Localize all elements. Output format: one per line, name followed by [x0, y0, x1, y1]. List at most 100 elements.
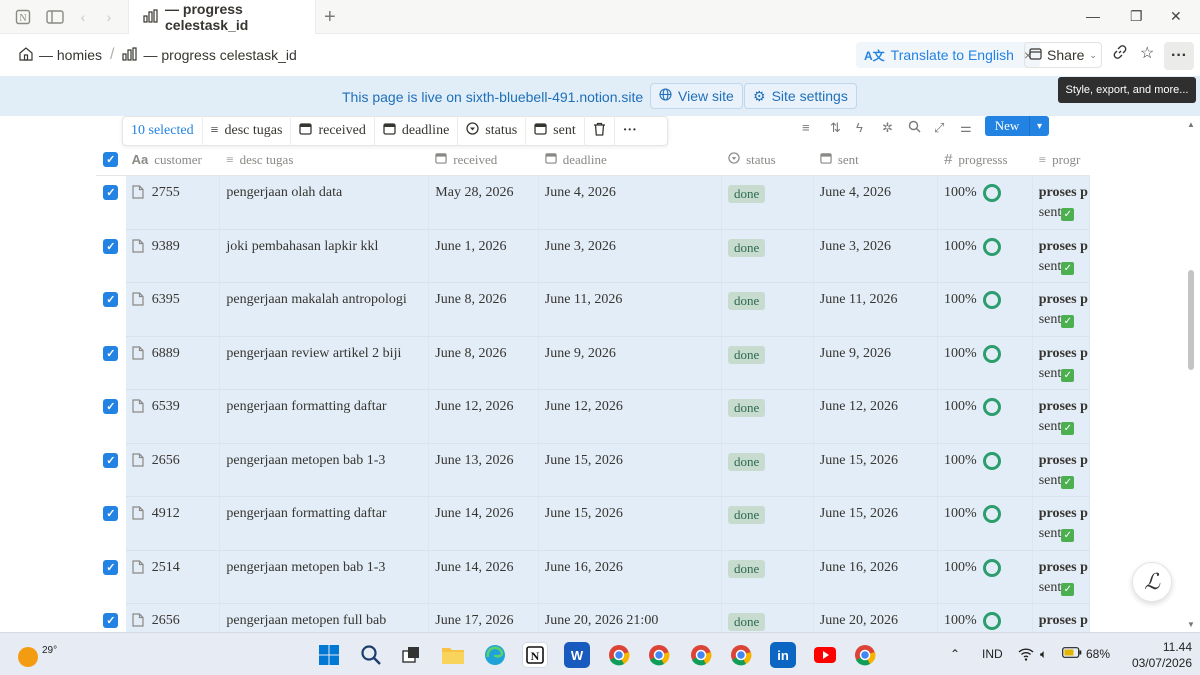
row-checkbox[interactable]: ✓	[103, 506, 119, 521]
sent-cell[interactable]: June 20, 2026	[813, 604, 939, 632]
view-settings-icon[interactable]: ⚌	[960, 120, 972, 136]
desc-cell[interactable]: pengerjaan metopen bab 1-3	[220, 550, 430, 604]
table-row[interactable]: ✓ 4912 pengerjaan formatting daftar June…	[96, 497, 1091, 551]
table-row[interactable]: ✓ 6539 pengerjaan formatting daftar June…	[96, 390, 1091, 444]
status-cell[interactable]: done	[722, 390, 814, 444]
received-cell[interactable]: June 12, 2026	[429, 390, 539, 444]
search-icon[interactable]	[908, 120, 921, 136]
customer-cell[interactable]: 6395	[125, 283, 221, 337]
column-header-desc-tugas[interactable]: ≡ desc tugas	[220, 144, 429, 176]
column-header-progr[interactable]: ≡ progr	[1033, 144, 1090, 176]
chevron-down-icon[interactable]: ▾	[1029, 116, 1049, 136]
customer-cell[interactable]: 2755	[125, 176, 221, 230]
back-arrow-icon[interactable]: ‹	[72, 6, 94, 28]
site-settings-button[interactable]: ⚙ Site settings	[744, 83, 857, 109]
desc-cell[interactable]: joki pembahasan lapkir kkl	[220, 229, 430, 283]
deadline-cell[interactable]: June 11, 2026	[538, 283, 723, 337]
status-cell[interactable]: done	[722, 604, 814, 632]
progress-text-cell[interactable]: proses psent✓	[1032, 283, 1091, 337]
sent-cell[interactable]: June 4, 2026	[813, 176, 939, 230]
row-checkbox-cell[interactable]: ✓	[96, 336, 126, 390]
table-row[interactable]: ✓ 6395 pengerjaan makalah antropologi Ju…	[96, 283, 1091, 337]
progress-text-cell[interactable]: proses psent✓	[1032, 443, 1091, 497]
chrome-profile-2-icon[interactable]	[646, 642, 672, 668]
status-cell[interactable]: done	[722, 497, 814, 551]
row-checkbox-cell[interactable]: ✓	[96, 497, 126, 551]
customer-cell[interactable]: 6889	[125, 336, 221, 390]
progress-cell[interactable]: 100%	[938, 604, 1033, 632]
column-header-customer[interactable]: Aa customer	[126, 144, 221, 176]
column-header-deadline[interactable]: deadline	[539, 144, 722, 176]
customer-cell[interactable]: 2514	[125, 550, 221, 604]
progress-text-cell[interactable]: proses psent✓	[1032, 550, 1091, 604]
tab-progress-celestask[interactable]: — progress celestask_id	[128, 0, 316, 34]
status-cell[interactable]: done	[722, 443, 814, 497]
received-cell[interactable]: June 1, 2026	[429, 229, 539, 283]
selected-count[interactable]: 10 selected	[123, 116, 203, 146]
youtube-icon[interactable]	[812, 642, 838, 668]
sidebar-toggle-icon[interactable]	[44, 6, 66, 28]
chrome-profile-4-icon[interactable]	[728, 642, 754, 668]
row-checkbox[interactable]: ✓	[103, 292, 119, 307]
row-checkbox[interactable]: ✓	[103, 185, 119, 200]
linkedin-icon[interactable]: in	[770, 642, 796, 668]
table-row[interactable]: ✓ 2755 pengerjaan olah data May 28, 2026…	[96, 176, 1091, 230]
notion-taskbar-icon[interactable]: N	[522, 642, 548, 668]
progress-text-cell[interactable]: proses psent✓	[1032, 604, 1091, 632]
row-checkbox-cell[interactable]: ✓	[96, 229, 126, 283]
deadline-cell[interactable]: June 12, 2026	[538, 390, 723, 444]
bulk-delete-button[interactable]	[585, 116, 615, 146]
desc-cell[interactable]: pengerjaan metopen bab 1-3	[220, 443, 430, 497]
table-row[interactable]: ✓ 2656 pengerjaan metopen bab 1-3 June 1…	[96, 443, 1091, 497]
progress-cell[interactable]: 100%	[938, 229, 1033, 283]
view-site-button[interactable]: View site	[650, 83, 743, 109]
deadline-cell[interactable]: June 20, 2026 21:00	[538, 604, 723, 632]
row-checkbox-cell[interactable]: ✓	[96, 283, 126, 337]
speaker-icon[interactable]: 🔈︎	[1040, 647, 1047, 662]
progress-text-cell[interactable]: proses psent✓	[1032, 229, 1091, 283]
received-cell[interactable]: June 14, 2026	[429, 497, 539, 551]
table-row[interactable]: ✓ 6889 pengerjaan review artikel 2 biji …	[96, 336, 1091, 390]
status-cell[interactable]: done	[722, 229, 814, 283]
edge-browser-icon[interactable]	[482, 642, 508, 668]
row-checkbox[interactable]: ✓	[103, 345, 119, 361]
system-clock[interactable]: 11.44 03/07/2026	[1120, 639, 1192, 671]
desc-cell[interactable]: pengerjaan formatting daftar	[220, 390, 430, 444]
status-cell[interactable]: done	[722, 176, 814, 230]
desc-cell[interactable]: pengerjaan makalah antropologi	[220, 283, 430, 337]
deadline-cell[interactable]: June 3, 2026	[538, 229, 723, 283]
deadline-cell[interactable]: June 16, 2026	[538, 550, 723, 604]
bulk-edit-desc-tugas[interactable]: ≡ desc tugas	[203, 116, 292, 146]
ai-sparkle-icon[interactable]: ✲	[882, 120, 893, 136]
received-cell[interactable]: June 14, 2026	[429, 550, 539, 604]
share-button[interactable]: Share ⌄	[1024, 42, 1102, 68]
file-explorer-icon[interactable]	[440, 642, 466, 668]
row-checkbox-cell[interactable]: ✓	[96, 176, 126, 230]
select-all-checkbox-cell[interactable]: ✓	[96, 144, 126, 176]
input-language[interactable]: IND	[982, 647, 1003, 661]
chrome-profile-3-icon[interactable]	[688, 642, 714, 668]
row-checkbox-cell[interactable]: ✓	[96, 390, 126, 444]
progress-cell[interactable]: 100%	[938, 497, 1033, 551]
vertical-scrollbar[interactable]	[1188, 270, 1194, 370]
desc-cell[interactable]: pengerjaan review artikel 2 biji	[220, 336, 430, 390]
received-cell[interactable]: June 8, 2026	[429, 336, 539, 390]
star-icon[interactable]: ☆	[1140, 43, 1154, 63]
bulk-edit-status[interactable]: status	[458, 116, 527, 146]
minimize-icon[interactable]: —	[1086, 8, 1100, 24]
progress-cell[interactable]: 100%	[938, 390, 1033, 444]
row-checkbox[interactable]: ✓	[103, 559, 119, 575]
deadline-cell[interactable]: June 4, 2026	[538, 176, 723, 230]
forward-arrow-icon[interactable]: ›	[98, 6, 120, 28]
table-row[interactable]: ✓ 2656 pengerjaan metopen full bab June …	[96, 604, 1091, 632]
row-checkbox-cell[interactable]: ✓	[96, 604, 126, 632]
deadline-cell[interactable]: June 15, 2026	[538, 497, 723, 551]
sent-cell[interactable]: June 3, 2026	[813, 229, 939, 283]
close-icon[interactable]: ✕	[1170, 8, 1182, 25]
progress-cell[interactable]: 100%	[938, 336, 1033, 390]
task-view-icon[interactable]	[398, 642, 424, 668]
row-checkbox[interactable]: ✓	[103, 238, 119, 254]
word-icon[interactable]: W	[564, 642, 590, 668]
row-checkbox[interactable]: ✓	[103, 399, 119, 414]
chrome-profile-5-icon[interactable]	[852, 642, 878, 668]
